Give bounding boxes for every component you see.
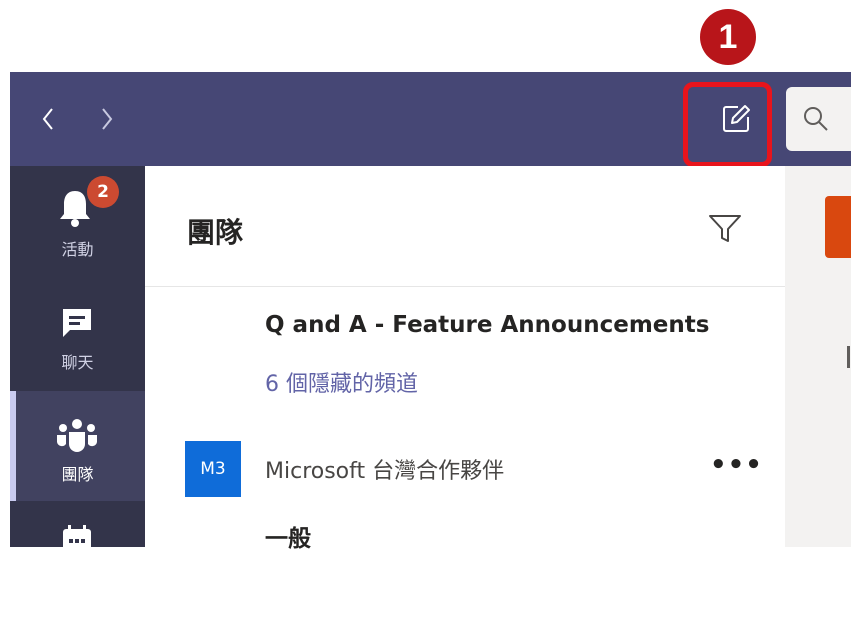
back-button[interactable] [28,72,68,166]
channel-item-general[interactable]: 一般 [265,519,311,553]
more-options-button[interactable]: ••• [710,450,762,480]
content-area [785,166,851,547]
rail-item-activity[interactable]: 2 活動 [10,166,145,276]
orange-tab[interactable] [825,196,851,258]
rail-item-teams[interactable]: 團隊 [10,391,145,501]
rail-item-label: 活動 [61,240,94,259]
notification-badge: 2 [87,176,119,208]
rail-item-chat[interactable]: 聊天 [10,281,145,391]
team-name[interactable]: Microsoft 台灣合作夥伴 [265,453,504,485]
divider [145,286,785,287]
chevron-left-icon [42,108,53,130]
app-rail: 2 活動 聊天 團隊 [10,166,145,555]
chevron-right-icon [102,108,113,130]
filter-icon[interactable] [708,214,742,244]
search-input[interactable] [786,87,851,151]
step-number-badge: 1 [700,9,756,65]
team-avatar: M3 [185,441,241,497]
hidden-channels-link[interactable]: 6 個隱藏的頻道 [265,366,418,398]
compose-highlight-box [683,82,772,167]
page-title: 團隊 [187,216,244,249]
rail-item-calendar[interactable] [10,511,145,621]
rail-item-label: 團隊 [61,465,94,484]
text-fragment [847,346,850,368]
rail-item-label: 聊天 [61,353,94,372]
teams-icon [57,419,97,452]
team-title[interactable]: Q and A - Feature Announcements [265,312,709,338]
search-icon [804,107,828,131]
teams-panel: 團隊 Q and A - Feature Announcements 6 個隱藏… [145,166,785,552]
forward-button[interactable] [87,72,127,166]
calendar-icon [63,525,91,555]
chat-icon [63,309,91,337]
